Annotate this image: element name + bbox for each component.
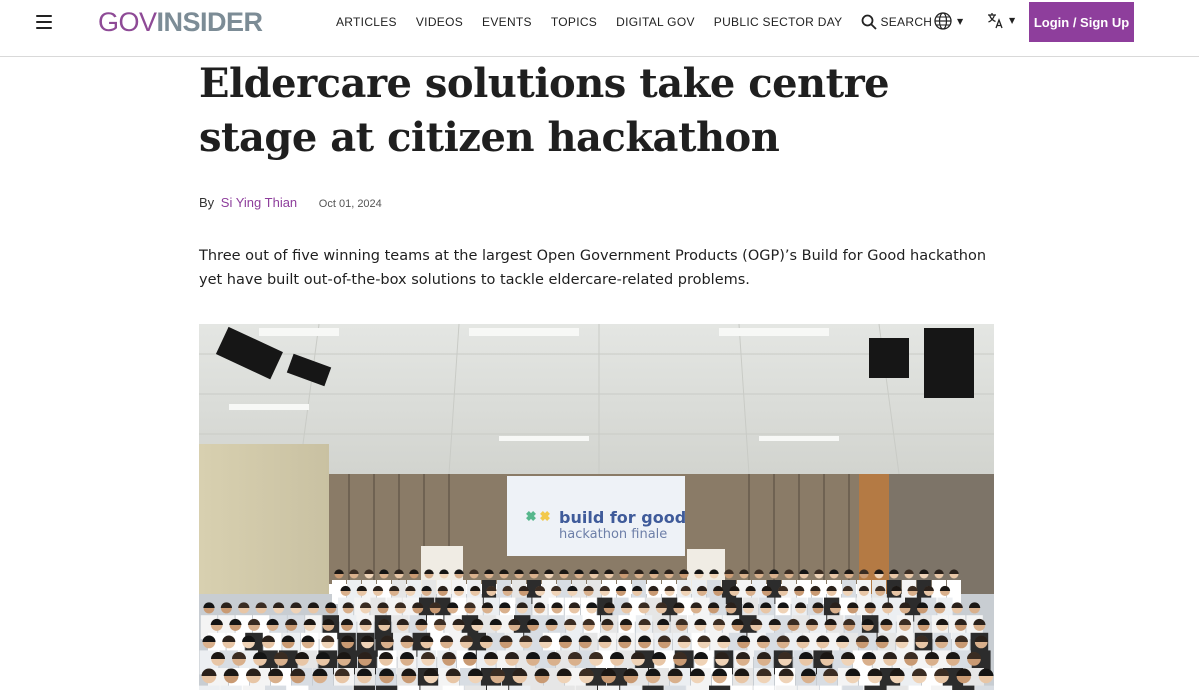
article-lede: Three out of five winning teams at the l… <box>199 248 987 288</box>
site-logo[interactable]: GOVINSIDER <box>98 6 263 38</box>
search-button[interactable]: SEARCH <box>861 14 932 30</box>
translate-icon <box>988 13 1003 29</box>
globe-icon <box>934 12 952 30</box>
screen-text-line2: hackathon finale <box>559 527 667 542</box>
site-header: GOVINSIDER ARTICLES VIDEOS EVENTS TOPICS… <box>0 0 1199 57</box>
chevron-down-icon: ▼ <box>957 16 964 26</box>
region-selector[interactable]: ▼ <box>934 12 963 30</box>
publish-date: Oct 01, 2024 <box>318 198 382 210</box>
byline: By Si Ying Thian Oct 01, 2024 <box>199 195 382 210</box>
nav-public-sector-day[interactable]: PUBLIC SECTOR DAY <box>714 15 843 29</box>
nav-topics[interactable]: TOPICS <box>551 15 597 29</box>
by-label: By <box>199 195 215 210</box>
logo-gov: GOV <box>98 7 157 37</box>
main-nav: ARTICLES VIDEOS EVENTS TOPICS DIGITAL GO… <box>336 0 932 43</box>
logo-insider: INSIDER <box>156 7 264 37</box>
nav-videos[interactable]: VIDEOS <box>416 15 463 29</box>
search-label: SEARCH <box>880 14 933 29</box>
article-title: Eldercare solutions take centre stage at… <box>199 60 890 161</box>
nav-digital-gov[interactable]: DIGITAL GOV <box>616 15 695 29</box>
author-link[interactable]: Si Ying Thian <box>221 195 297 210</box>
nav-articles[interactable]: ARTICLES <box>336 15 397 29</box>
search-icon <box>862 14 878 30</box>
language-selector[interactable]: ▼ <box>987 12 1015 29</box>
nav-events[interactable]: EVENTS <box>482 15 532 29</box>
chevron-down-icon: ▼ <box>1009 16 1016 25</box>
screen-text-line1: build for good <box>559 508 686 527</box>
hero-photo: build for good hackathon finale <box>199 324 994 690</box>
login-signup-button[interactable]: Login / Sign Up <box>1029 2 1134 42</box>
menu-icon[interactable] <box>36 15 52 29</box>
